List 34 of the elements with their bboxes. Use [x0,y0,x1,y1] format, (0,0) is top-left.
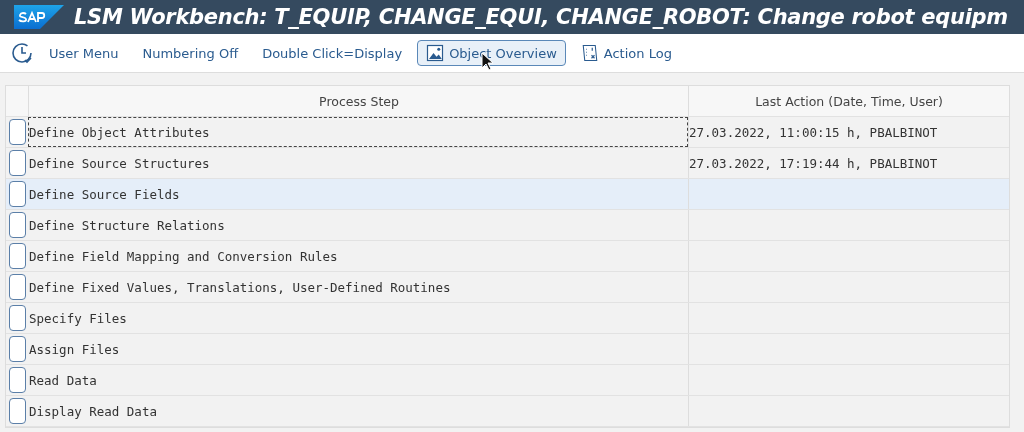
table-cell: 27.03.2022, 11:00:15 h, PBALBINOT [689,124,938,140]
table-cell: Define Source Structures [29,155,210,171]
table-cell: Assign Files [29,341,120,357]
logo-icon [14,5,64,29]
row-selector[interactable] [9,150,26,176]
table-cell: Display Read Data [29,403,157,419]
table-cell: Define Field Mapping and Conversion Rules [29,248,338,264]
toolbar-button[interactable]: Object Overview [417,40,566,66]
table-cell: Define Fixed Values, Translations, User-Defined Routines [29,279,451,295]
row-selector[interactable] [9,367,26,393]
row-selector[interactable] [9,181,26,207]
column-header[interactable]: Last Action (Date, Time, User) [688,86,1009,116]
window-title: LSM Workbench: T_EQUIP, CHANGE_EQUI, CHANGE_ROBOT: Change robot equipm [74,5,1008,29]
image-icon [426,44,445,62]
row-selector[interactable] [9,243,26,269]
row-selector[interactable] [9,305,26,331]
row-selector[interactable] [9,398,26,424]
table-cell: Define Object Attributes [29,124,210,140]
toolbar-button[interactable]: User Menu [40,41,128,65]
table-cell: 27.03.2022, 17:19:44 h, PBALBINOT [689,155,938,171]
table-cell: Read Data [29,372,97,388]
column-header[interactable]: Process Step [28,86,688,116]
history-button[interactable] [10,41,34,65]
table-cell: Define Source Fields [29,186,180,202]
table-cell: Specify Files [29,310,127,326]
document-icon [580,44,599,62]
toolbar-button[interactable]: Numbering Off [133,41,248,65]
toolbar-button[interactable]: Double Click=Display [253,41,412,65]
row-selector[interactable] [9,119,26,145]
toolbar-button[interactable]: Action Log [571,40,681,66]
row-selector[interactable] [9,274,26,300]
table-cell: Define Structure Relations [29,217,225,233]
row-selector[interactable] [9,212,26,238]
row-selector[interactable] [9,336,26,362]
